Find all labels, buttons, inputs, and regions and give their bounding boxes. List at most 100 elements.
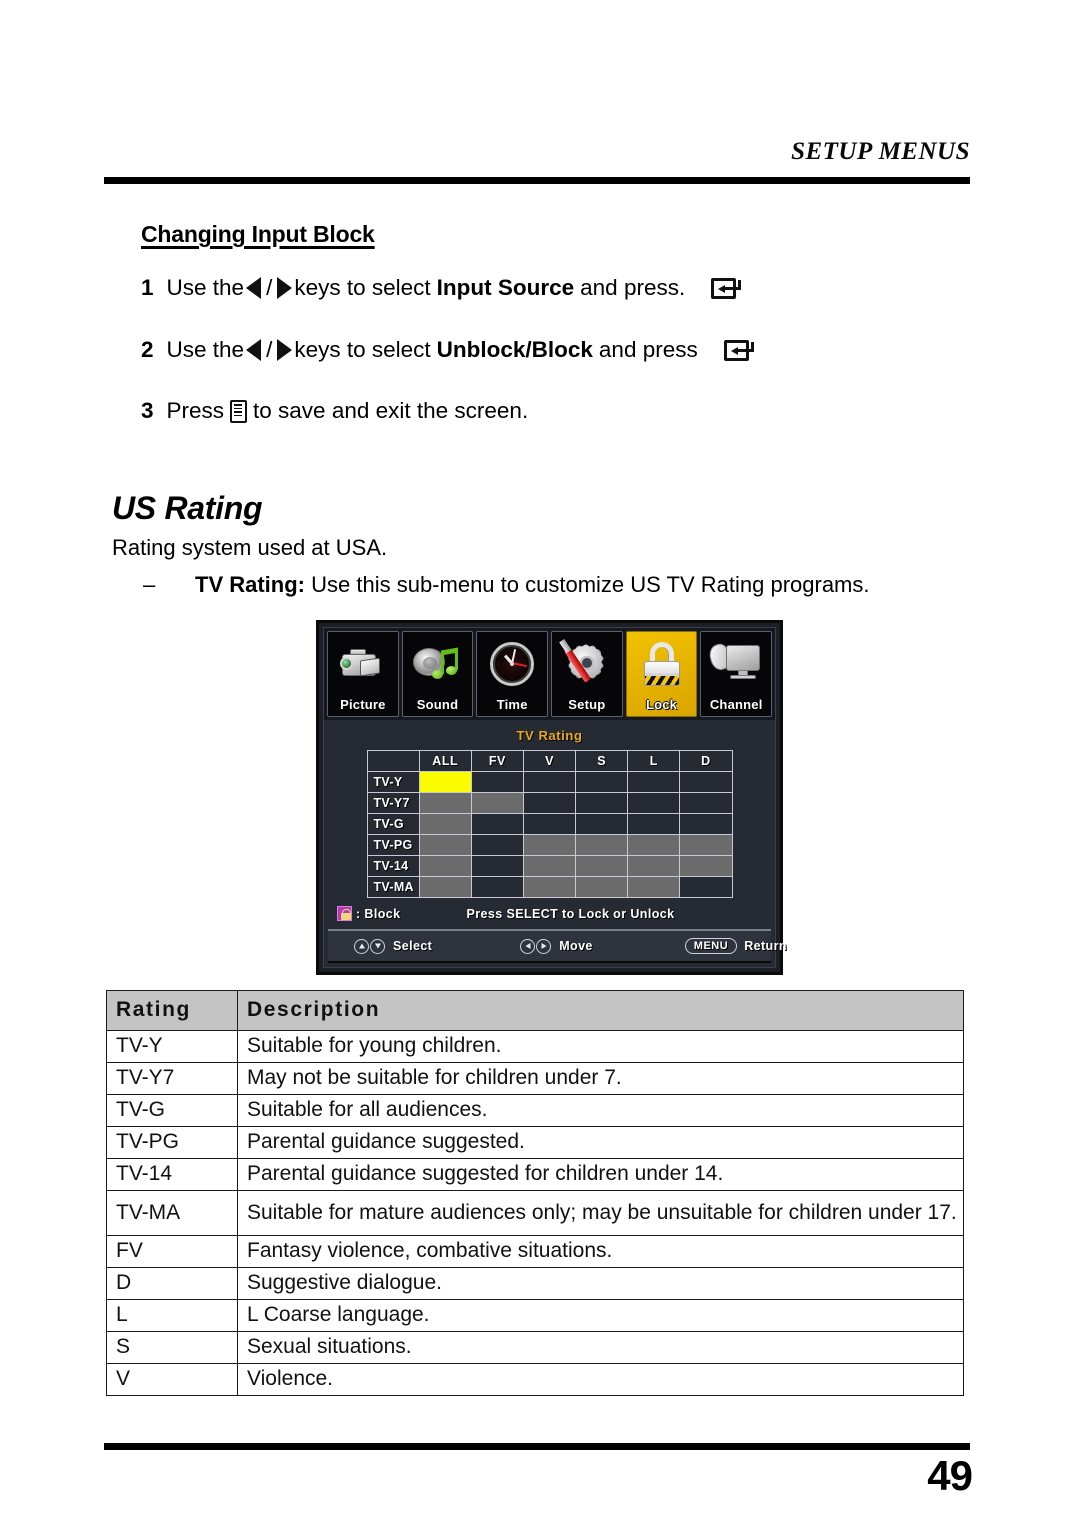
grid-row: TV-G <box>366 813 733 835</box>
grid-cell[interactable] <box>627 834 681 856</box>
manual-page: SETUP MENUS Changing Input Block 1 Use t… <box>0 0 1080 1529</box>
grid-cell[interactable] <box>522 834 577 856</box>
grid-cell[interactable] <box>679 792 733 814</box>
osd-menu-label: Sound <box>416 697 459 712</box>
grid-cell[interactable] <box>679 855 733 877</box>
grid-cell[interactable] <box>418 876 472 898</box>
osd-footer-select[interactable]: Select <box>354 938 432 954</box>
cell-rating: TV-G <box>106 1094 238 1127</box>
grid-row-label: TV-Y <box>366 771 420 793</box>
slash-separator: / <box>266 337 273 362</box>
grid-cell[interactable] <box>627 813 681 835</box>
grid-cell[interactable] <box>627 771 681 793</box>
bullet-text: Use this sub-menu to customize US TV Rat… <box>311 572 870 597</box>
cell-rating: V <box>106 1363 238 1396</box>
grid-cell[interactable] <box>418 792 472 814</box>
grid-cell[interactable] <box>627 876 681 898</box>
grid-cell[interactable] <box>470 876 524 898</box>
osd-footer-move[interactable]: Move <box>520 938 593 954</box>
grid-cell[interactable] <box>575 855 629 877</box>
osd-menu-item-picture[interactable]: Picture <box>327 631 399 717</box>
grid-row: TV-Y <box>366 771 733 793</box>
grid-cell[interactable] <box>470 855 524 877</box>
grid-row: TV-PG <box>366 834 733 856</box>
grid-row-label: TV-Y7 <box>366 792 420 814</box>
grid-cell-selected[interactable] <box>418 771 472 793</box>
grid-cell[interactable] <box>575 834 629 856</box>
osd-menu-item-time[interactable]: Time <box>476 631 549 717</box>
osd-screenshot: Picture Sound Time Setup Lock Channel TV… <box>316 620 786 975</box>
grid-cell[interactable] <box>418 834 472 856</box>
menu-button-pill[interactable]: MENU <box>684 938 738 954</box>
grid-cell[interactable] <box>418 855 472 877</box>
grid-cell[interactable] <box>575 771 629 793</box>
padlock-icon <box>627 634 697 694</box>
osd-legend-hint: Press SELECT to Lock or Unlock <box>466 906 675 921</box>
osd-footer-bar: Select Move MENU Return <box>328 929 786 963</box>
grid-cell[interactable] <box>470 813 524 835</box>
osd-inner-frame: Picture Sound Time Setup Lock Channel TV… <box>323 627 786 968</box>
step-text-pre: Use the <box>166 275 245 300</box>
grid-cell[interactable] <box>522 813 577 835</box>
grid-cell[interactable] <box>679 771 733 793</box>
osd-menu-bar: Picture Sound Time Setup Lock Channel <box>324 628 775 720</box>
osd-menu-item-sound[interactable]: Sound <box>401 631 474 717</box>
grid-cell[interactable] <box>679 813 733 835</box>
instruction-step: 3 Press to save and exit the screen. <box>141 395 941 427</box>
grid-cell[interactable] <box>470 771 524 793</box>
cell-description: Suitable for mature audiences only; may … <box>237 1190 964 1236</box>
cell-rating: D <box>106 1267 238 1300</box>
grid-cell[interactable] <box>470 834 524 856</box>
grid-cell[interactable] <box>627 792 681 814</box>
cell-description: L Coarse language. <box>237 1299 964 1332</box>
osd-menu-item-channel[interactable]: Channel <box>700 631 773 717</box>
step-text-mid: keys to select <box>294 275 431 300</box>
grid-cell[interactable] <box>522 771 577 793</box>
grid-cell[interactable] <box>627 855 681 877</box>
enter-key-icon <box>711 277 745 299</box>
osd-menu-item-setup[interactable]: Setup <box>551 631 623 717</box>
tv-rating-grid[interactable]: ALL FV V S L D TV-Y TV-Y7 TV-G TV-PG TV-… <box>366 750 733 898</box>
enter-key-icon <box>723 339 758 361</box>
grid-column-header-fv: FV <box>470 750 524 772</box>
grid-cell[interactable] <box>575 792 629 814</box>
osd-menu-item-lock[interactable]: Lock <box>625 631 698 717</box>
instruction-step: 1 Use the / keys to select Input Source … <box>141 272 941 304</box>
table-row: S Sexual situations. <box>106 1331 964 1364</box>
grid-cell[interactable] <box>522 792 577 814</box>
osd-footer-return[interactable]: MENU Return <box>684 938 787 954</box>
cell-rating: TV-Y <box>106 1030 238 1063</box>
cell-rating: TV-Y7 <box>106 1062 238 1095</box>
grid-cell[interactable] <box>470 792 524 814</box>
grid-cell[interactable] <box>522 876 577 898</box>
grid-cell[interactable] <box>575 876 629 898</box>
grid-cell[interactable] <box>679 834 733 856</box>
grid-cell[interactable] <box>418 813 472 835</box>
step-number: 2 <box>141 337 154 362</box>
grid-cell[interactable] <box>522 855 577 877</box>
menu-key-icon <box>230 399 248 423</box>
cell-description: May not be suitable for children under 7… <box>237 1062 964 1095</box>
us-rating-bullet-item: – TV Rating: Use this sub-menu to customi… <box>143 572 943 598</box>
table-row: V Violence. <box>106 1363 964 1396</box>
osd-footer-label: Move <box>559 939 593 953</box>
grid-column-header-all: ALL <box>418 750 472 772</box>
table-row: D Suggestive dialogue. <box>106 1267 964 1300</box>
step-emphasis: Input Source <box>436 275 575 300</box>
us-rating-description: Rating system used at USA. <box>112 535 388 560</box>
rating-description-table: Rating Description TV-Y Suitable for you… <box>106 990 964 1396</box>
step-emphasis: Unblock/Block <box>436 337 593 362</box>
arrow-right-icon <box>277 277 293 299</box>
grid-cell[interactable] <box>575 813 629 835</box>
cell-rating: TV-PG <box>106 1126 238 1159</box>
arrow-up-icon <box>354 938 369 954</box>
grid-row-label: TV-14 <box>366 855 420 877</box>
step-number: 3 <box>141 398 154 423</box>
grid-cell[interactable] <box>679 876 733 898</box>
table-row: TV-Y7 May not be suitable for children u… <box>106 1062 964 1095</box>
cell-description: Fantasy violence, combative situations. <box>237 1235 964 1268</box>
satellite-tv-icon <box>701 634 771 694</box>
step-text-post: to save and exit the screen. <box>253 398 529 423</box>
table-row: TV-G Suitable for all audiences. <box>106 1094 964 1127</box>
grid-row-label: TV-G <box>366 813 420 835</box>
